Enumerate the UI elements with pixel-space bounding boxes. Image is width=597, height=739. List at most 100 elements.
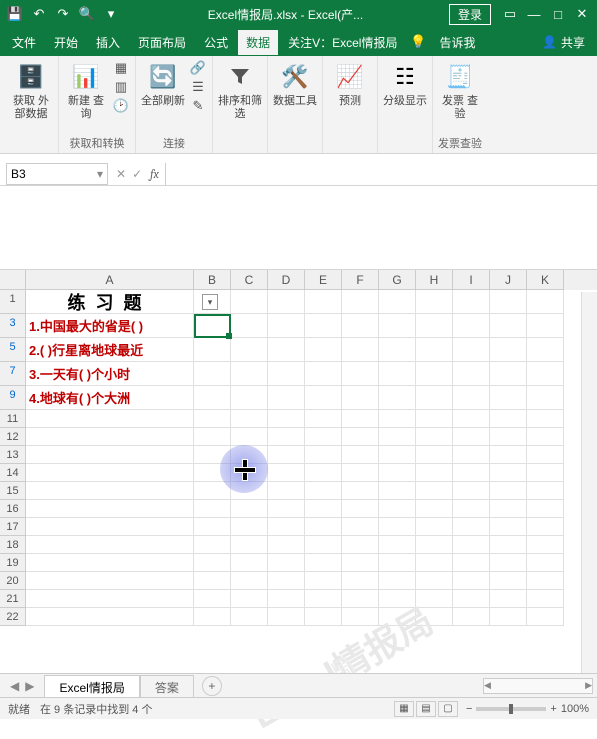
- cell[interactable]: [527, 464, 564, 482]
- cell[interactable]: [527, 410, 564, 428]
- cell[interactable]: [416, 482, 453, 500]
- col-header[interactable]: H: [416, 270, 453, 290]
- cell[interactable]: [416, 362, 453, 386]
- cell[interactable]: [26, 608, 194, 626]
- cell[interactable]: [26, 428, 194, 446]
- cell[interactable]: [416, 386, 453, 410]
- data-tools-button[interactable]: 🛠️ 数据工具: [272, 59, 318, 108]
- row-header[interactable]: 7: [0, 362, 26, 386]
- cell[interactable]: [527, 536, 564, 554]
- cell[interactable]: [26, 536, 194, 554]
- cell[interactable]: [268, 518, 305, 536]
- help-icon[interactable]: 💡: [407, 31, 429, 53]
- cell[interactable]: [416, 410, 453, 428]
- cell[interactable]: [453, 362, 490, 386]
- outline-button[interactable]: ☷ 分级显示: [382, 59, 428, 108]
- cell[interactable]: [231, 314, 268, 338]
- cell[interactable]: [194, 362, 231, 386]
- cell[interactable]: [342, 290, 379, 314]
- cell[interactable]: [268, 572, 305, 590]
- cell[interactable]: [305, 482, 342, 500]
- cell[interactable]: [194, 554, 231, 572]
- connections-icon[interactable]: 🔗: [188, 59, 208, 76]
- col-header[interactable]: E: [305, 270, 342, 290]
- cell[interactable]: 4.地球有( )个大洲: [26, 386, 194, 410]
- col-header[interactable]: J: [490, 270, 527, 290]
- cell[interactable]: [453, 572, 490, 590]
- cell[interactable]: [490, 410, 527, 428]
- cell[interactable]: [527, 554, 564, 572]
- refresh-all-button[interactable]: 🔄 全部刷新: [140, 59, 186, 108]
- tab-custom[interactable]: 关注V：Excel情报局: [280, 30, 405, 55]
- properties-icon[interactable]: ☰: [188, 78, 208, 95]
- tab-layout[interactable]: 页面布局: [130, 30, 194, 55]
- tab-formulas[interactable]: 公式: [196, 30, 236, 55]
- cell[interactable]: [305, 290, 342, 314]
- cell[interactable]: [490, 500, 527, 518]
- cell[interactable]: [305, 410, 342, 428]
- add-sheet-button[interactable]: +: [202, 676, 222, 696]
- close-icon[interactable]: ✕: [571, 3, 593, 25]
- sort-filter-button[interactable]: 排序和筛选: [217, 59, 263, 121]
- cell[interactable]: [342, 446, 379, 464]
- cell[interactable]: [379, 536, 416, 554]
- page-layout-icon[interactable]: ▤: [416, 701, 436, 717]
- cell[interactable]: [416, 536, 453, 554]
- cell[interactable]: [416, 464, 453, 482]
- tab-prev-icon[interactable]: ◀: [10, 679, 19, 693]
- cell[interactable]: [268, 590, 305, 608]
- minimize-icon[interactable]: —: [523, 3, 545, 25]
- cell[interactable]: [194, 608, 231, 626]
- cell[interactable]: [342, 314, 379, 338]
- cell[interactable]: [490, 314, 527, 338]
- cell[interactable]: [194, 500, 231, 518]
- cell[interactable]: [342, 410, 379, 428]
- new-query-button[interactable]: 📊 新建 查询: [63, 59, 109, 121]
- cell[interactable]: [490, 362, 527, 386]
- cell[interactable]: [305, 536, 342, 554]
- tab-file[interactable]: 文件: [4, 30, 44, 55]
- cell[interactable]: [453, 446, 490, 464]
- row-header[interactable]: 19: [0, 554, 26, 572]
- cell[interactable]: [26, 518, 194, 536]
- tab-next-icon[interactable]: ▶: [25, 679, 34, 693]
- cell[interactable]: [268, 290, 305, 314]
- col-header[interactable]: G: [379, 270, 416, 290]
- zoom-out-button[interactable]: −: [466, 703, 472, 715]
- cell[interactable]: [453, 428, 490, 446]
- cell[interactable]: [379, 410, 416, 428]
- cell[interactable]: [231, 500, 268, 518]
- cell[interactable]: [231, 464, 268, 482]
- cell[interactable]: [379, 446, 416, 464]
- cell[interactable]: [26, 590, 194, 608]
- cell[interactable]: [453, 536, 490, 554]
- cell[interactable]: [194, 410, 231, 428]
- cell[interactable]: [342, 608, 379, 626]
- cell[interactable]: [268, 464, 305, 482]
- cell[interactable]: [453, 338, 490, 362]
- cell[interactable]: [26, 482, 194, 500]
- cell[interactable]: [527, 572, 564, 590]
- col-header[interactable]: F: [342, 270, 379, 290]
- cell[interactable]: [379, 482, 416, 500]
- cell[interactable]: [453, 518, 490, 536]
- zoom-in-button[interactable]: +: [550, 703, 556, 715]
- cell[interactable]: [490, 572, 527, 590]
- share-button[interactable]: 👤共享: [534, 34, 593, 51]
- cell[interactable]: [305, 500, 342, 518]
- sheet-tab-active[interactable]: Excel情报局: [44, 675, 139, 699]
- col-header[interactable]: K: [527, 270, 564, 290]
- cell[interactable]: [527, 314, 564, 338]
- cell[interactable]: [527, 482, 564, 500]
- login-button[interactable]: 登录: [449, 4, 491, 25]
- cell[interactable]: [305, 554, 342, 572]
- cell[interactable]: [379, 314, 416, 338]
- col-header[interactable]: I: [453, 270, 490, 290]
- cell[interactable]: [490, 428, 527, 446]
- cell[interactable]: [453, 314, 490, 338]
- cell[interactable]: [379, 554, 416, 572]
- cell[interactable]: [527, 428, 564, 446]
- row-header[interactable]: 11: [0, 410, 26, 428]
- cell[interactable]: [527, 290, 564, 314]
- cell[interactable]: [26, 554, 194, 572]
